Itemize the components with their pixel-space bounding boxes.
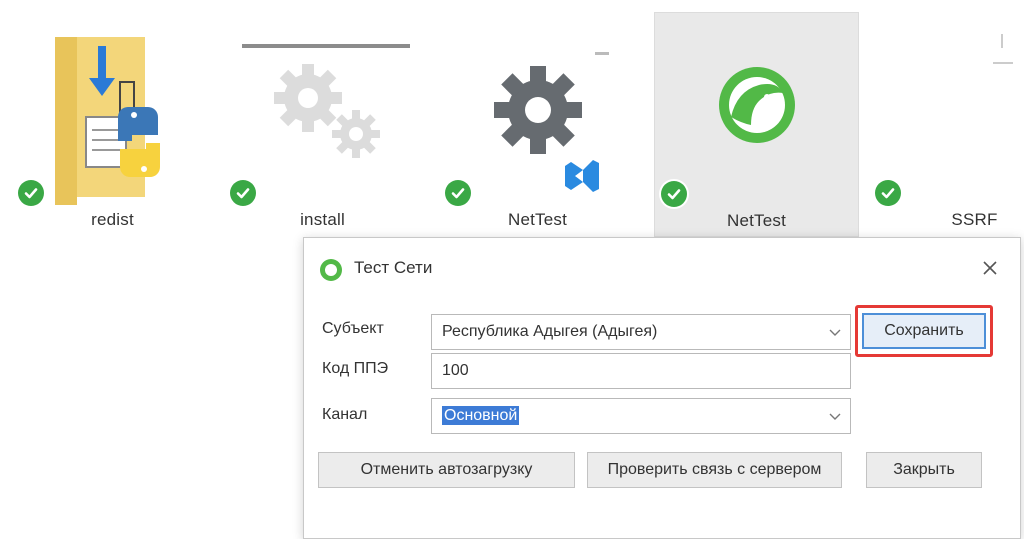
cancel-autoload-button[interactable]: Отменить автозагрузку xyxy=(318,452,575,488)
file-label: install xyxy=(300,210,345,229)
check-connection-button[interactable]: Проверить связь с сервером xyxy=(587,452,842,488)
code-label: Код ППЭ xyxy=(322,360,389,377)
file-label: NetTest xyxy=(507,210,568,229)
file-label: SSRF xyxy=(951,210,998,229)
file-label: redist xyxy=(91,210,134,229)
chevron-down-icon xyxy=(828,321,842,348)
file-item-ssrf[interactable]: SSRF xyxy=(865,12,1024,237)
channel-label: Канал xyxy=(322,406,368,423)
nettest-app-icon xyxy=(655,13,858,208)
subject-value: Республика Адыгея (Адыгея) xyxy=(442,323,658,340)
check-circle-icon xyxy=(18,180,44,206)
code-field[interactable]: 100 xyxy=(431,353,851,389)
close-icon[interactable] xyxy=(974,252,1006,284)
app-logo-icon xyxy=(320,259,342,281)
channel-select[interactable]: Основной xyxy=(431,398,851,434)
python-installer-icon xyxy=(10,12,215,207)
gear-vscode-icon xyxy=(435,12,640,207)
blank-file-icon xyxy=(865,12,1024,207)
chevron-down-icon xyxy=(828,405,842,432)
channel-value: Основной xyxy=(442,406,520,425)
file-item-redist[interactable]: redist xyxy=(10,12,215,237)
close-button[interactable]: Закрыть xyxy=(866,452,982,488)
subject-select[interactable]: Республика Адыгея (Адыгея) xyxy=(431,314,851,350)
check-circle-icon xyxy=(661,181,687,207)
check-circle-icon xyxy=(445,180,471,206)
file-label: NetTest xyxy=(726,211,787,230)
code-value: 100 xyxy=(442,362,469,379)
dialog-title: Тест Сети xyxy=(354,258,433,277)
file-item-install[interactable]: install xyxy=(220,12,425,237)
subject-label: Субъект xyxy=(322,320,384,337)
check-circle-icon xyxy=(875,180,901,206)
gears-icon xyxy=(220,12,425,207)
file-item-nettest-app[interactable]: NetTest xyxy=(654,12,859,237)
save-button[interactable]: Сохранить xyxy=(862,313,986,349)
check-circle-icon xyxy=(230,180,256,206)
file-item-nettest-project[interactable]: NetTest xyxy=(435,12,640,237)
network-test-dialog: Тест Сети Субъект Республика Адыгея (Ады… xyxy=(303,237,1021,539)
